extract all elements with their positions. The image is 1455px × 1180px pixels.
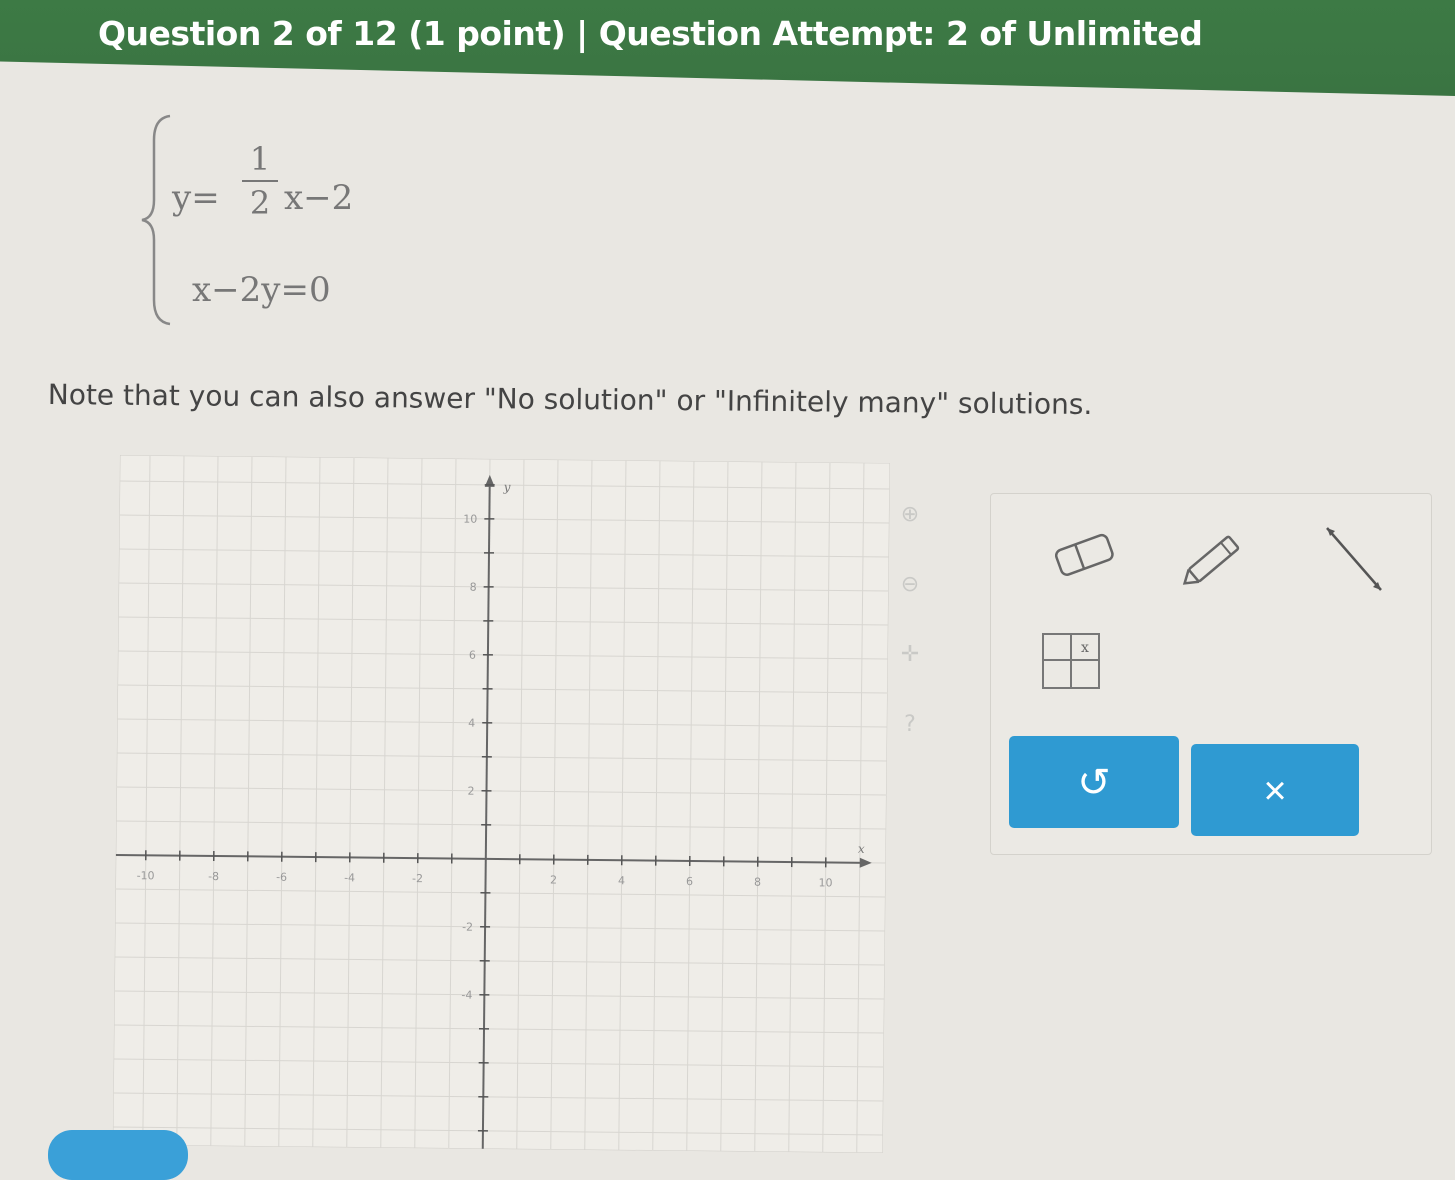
y-tick-label: -2: [462, 921, 473, 934]
fraction-denominator: 2: [242, 184, 278, 222]
table-icon[interactable]: x: [1041, 632, 1105, 694]
x-tick-label: 4: [618, 874, 625, 887]
graph-side-controls: ⊕ ⊖ ✛ ?: [895, 500, 945, 750]
x-tick-label: 10: [818, 876, 832, 889]
x-axis-label: x: [858, 842, 865, 856]
zoom-out-icon[interactable]: ⊖: [895, 570, 925, 600]
move-icon[interactable]: ✛: [895, 640, 925, 670]
fraction: 1 2: [242, 140, 278, 222]
eq1-lhs: y=: [172, 178, 220, 218]
x-tick-label: -8: [208, 870, 219, 883]
y-tick-label: 10: [463, 513, 477, 526]
fraction-bar: [242, 180, 278, 182]
brace: [140, 110, 176, 330]
graph-toolbox: x ↺ ×: [990, 493, 1432, 855]
x-tick-label: 2: [550, 874, 557, 887]
table-x-label: x: [1081, 640, 1089, 656]
graph-area[interactable]: 10 8 6 4 2 -2 -4 -10 -8 -6 -4 -2 2 4 6 8 10 y x: [113, 455, 890, 1153]
eq1-rhs: x−2: [284, 178, 353, 218]
y-tick-label: 8: [470, 581, 477, 594]
x-tick-label: -10: [137, 869, 155, 882]
pencil-icon[interactable]: [1181, 522, 1251, 592]
x-tick-label: -2: [412, 872, 423, 885]
x-tick-label: -4: [344, 871, 355, 884]
y-tick-label: 6: [469, 649, 476, 662]
equation-2: x−2y=0: [192, 270, 331, 310]
graph-background: [113, 455, 890, 1153]
system-of-equations: y= 1 2 x−2 x−2y=0: [140, 110, 400, 330]
undo-icon: ↺: [1077, 761, 1111, 805]
coordinate-plane[interactable]: 10 8 6 4 2 -2 -4 -10 -8 -6 -4 -2 2 4 6 8 10 y x: [113, 455, 890, 1153]
fraction-numerator: 1: [242, 140, 278, 178]
x-tick-label: 8: [754, 876, 761, 889]
instruction-note: Note that you can also answer "No soluti…: [48, 378, 1093, 421]
y-tick-label: 2: [467, 785, 474, 798]
close-icon: ×: [1263, 769, 1286, 813]
eraser-icon[interactable]: [1049, 524, 1119, 584]
x-tick-label: -6: [276, 871, 287, 884]
help-icon[interactable]: ?: [895, 710, 925, 740]
x-tick-label: 6: [686, 875, 693, 888]
zoom-in-icon[interactable]: ⊕: [895, 500, 925, 530]
question-header: Question 2 of 12 (1 point) | Question At…: [98, 14, 1202, 53]
y-tick-label: -4: [461, 989, 472, 1002]
check-button[interactable]: [48, 1130, 188, 1180]
y-axis-label: y: [503, 480, 511, 494]
y-tick-label: 4: [468, 717, 475, 730]
clear-button[interactable]: ×: [1191, 744, 1359, 836]
line-icon[interactable]: [1321, 522, 1391, 597]
undo-button[interactable]: ↺: [1009, 736, 1179, 828]
